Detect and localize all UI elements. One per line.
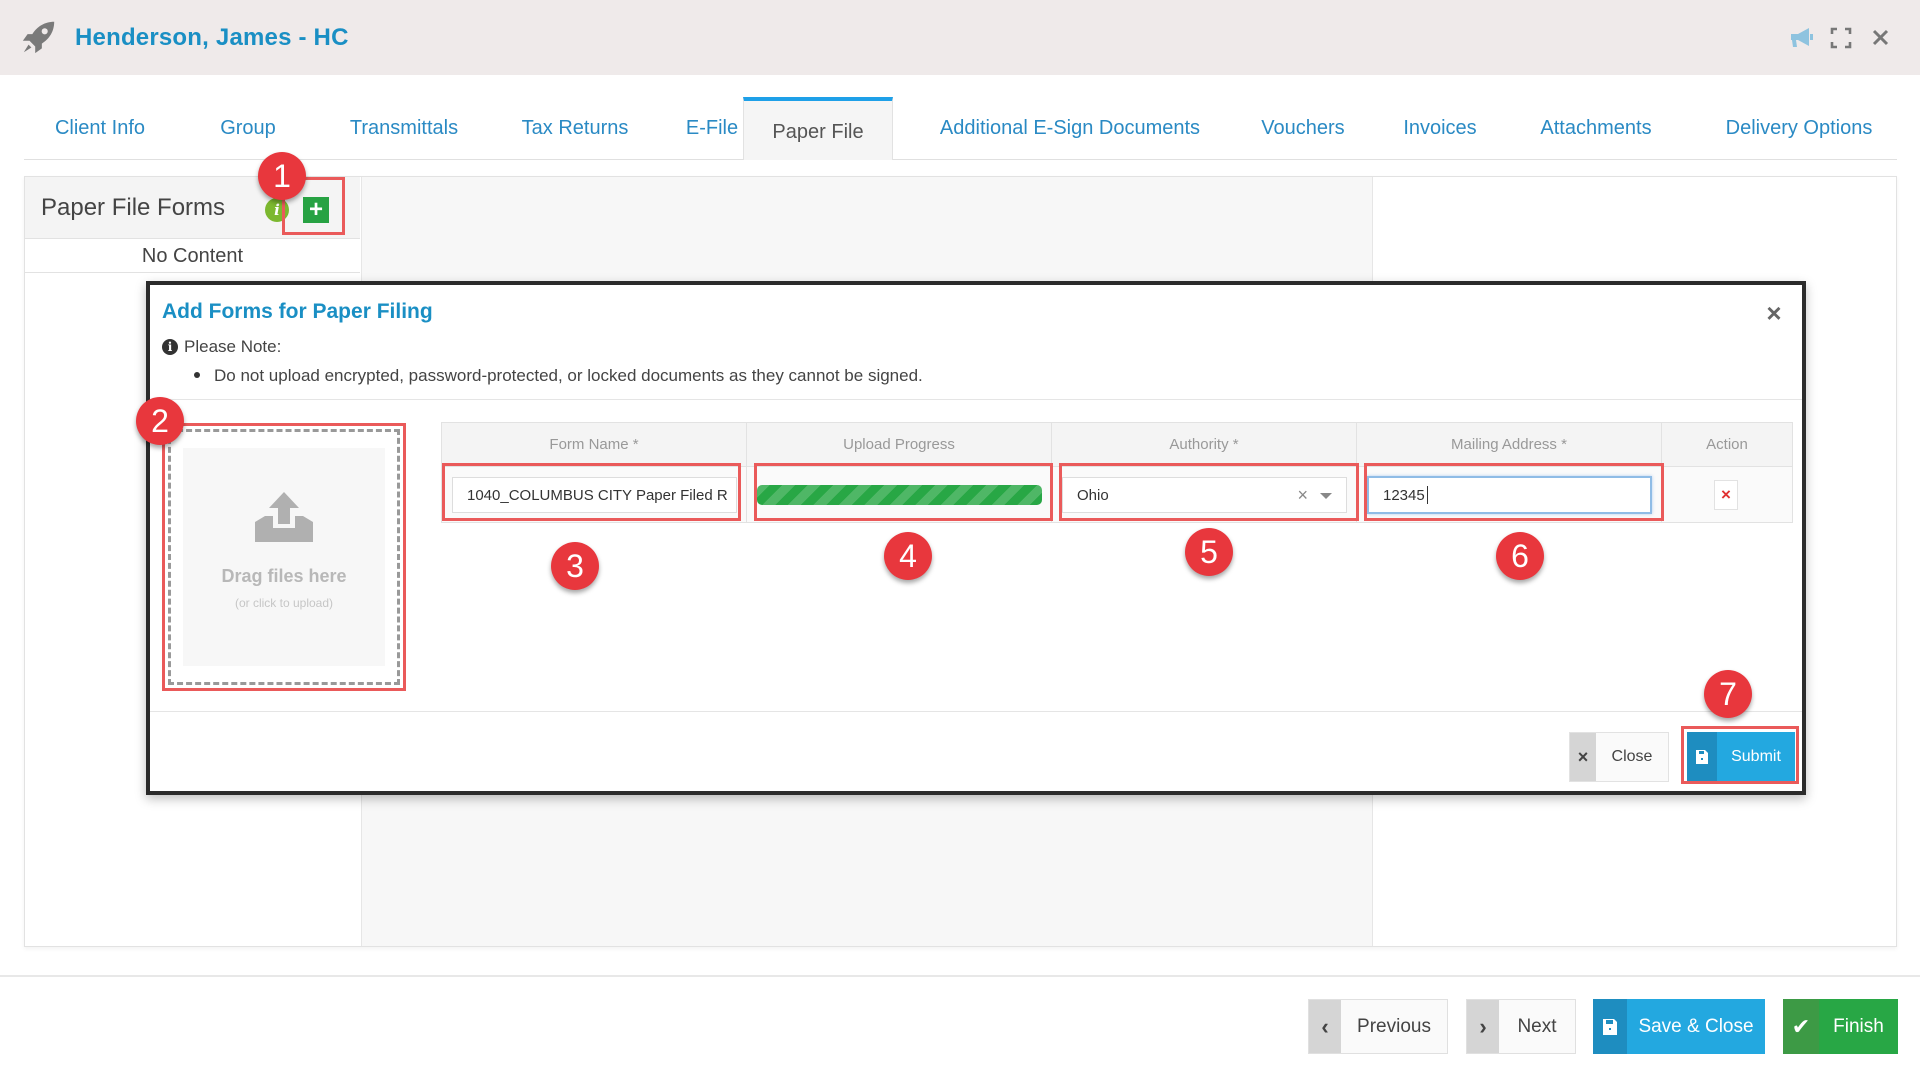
annotation-badge-7: 7 [1704, 670, 1752, 718]
finish-button[interactable]: ✔ Finish [1783, 999, 1898, 1054]
dialog-footer-divider [150, 711, 1802, 712]
rocket-icon [22, 21, 55, 54]
note-heading: i Please Note: [162, 337, 281, 357]
tab-paper-file[interactable]: Paper File [743, 97, 893, 160]
column-header-form-name: Form Name * [442, 423, 747, 467]
close-icon[interactable] [1868, 26, 1894, 50]
dialog-close-button[interactable]: × Close [1569, 732, 1669, 782]
annotation-highlight-authority [1059, 463, 1359, 521]
cell-action: × [1662, 467, 1792, 522]
save-icon [1593, 999, 1627, 1054]
tab-bar: Client Info Group Transmittals Tax Retur… [24, 97, 1897, 160]
annotation-highlight-dropzone [162, 423, 406, 691]
dialog-close-icon[interactable]: × [1764, 300, 1784, 326]
tab-group[interactable]: Group [196, 98, 300, 160]
client-title: Henderson, James - HC [75, 24, 349, 51]
column-header-mailing-address: Mailing Address * [1357, 423, 1662, 467]
annotation-badge-3: 3 [551, 542, 599, 590]
empty-state-text: No Content [25, 239, 360, 273]
previous-button[interactable]: ‹ Previous [1308, 999, 1448, 1054]
delete-row-icon[interactable]: × [1714, 480, 1738, 510]
tab-delivery-options[interactable]: Delivery Options [1704, 98, 1894, 160]
chevron-left-icon: ‹ [1309, 1000, 1341, 1053]
note-item: Do not upload encrypted, password-protec… [194, 366, 923, 386]
close-label: Close [1611, 748, 1653, 765]
annotation-highlight-form-name [442, 463, 741, 521]
annotation-highlight-progress [754, 463, 1053, 521]
tab-invoices[interactable]: Invoices [1384, 98, 1496, 160]
tab-client-info[interactable]: Client Info [24, 98, 176, 160]
annotation-badge-4: 4 [884, 532, 932, 580]
checkmark-icon: ✔ [1783, 999, 1819, 1054]
annotation-highlight-submit [1681, 726, 1799, 784]
column-header-authority: Authority * [1052, 423, 1357, 467]
annotation-badge-5: 5 [1185, 528, 1233, 576]
annotation-highlight-mailing-address [1364, 463, 1664, 521]
tab-vouchers[interactable]: Vouchers [1244, 98, 1362, 160]
next-label: Next [1517, 1015, 1557, 1037]
column-header-upload-progress: Upload Progress [747, 423, 1052, 467]
tab-transmittals[interactable]: Transmittals [320, 98, 488, 160]
previous-label: Previous [1357, 1015, 1431, 1037]
footer-divider [0, 975, 1920, 977]
tab-additional-e-sign-documents[interactable]: Additional E-Sign Documents [919, 98, 1221, 160]
note-label: Please Note: [184, 337, 282, 356]
add-forms-dialog: Add Forms for Paper Filing × i Please No… [146, 281, 1806, 795]
megaphone-icon[interactable] [1788, 26, 1814, 50]
finish-label: Finish [1833, 1015, 1884, 1037]
annotation-badge-1: 1 [258, 152, 306, 200]
chevron-right-icon: › [1467, 1000, 1499, 1053]
dialog-divider [150, 399, 1802, 400]
save-close-label: Save & Close [1638, 1015, 1754, 1037]
close-icon: × [1570, 733, 1596, 781]
tab-attachments[interactable]: Attachments [1524, 98, 1668, 160]
tab-tax-returns[interactable]: Tax Returns [492, 98, 658, 160]
expand-icon[interactable] [1828, 26, 1854, 50]
info-circle-icon: i [162, 339, 178, 355]
column-header-action: Action [1662, 423, 1792, 467]
annotation-badge-6: 6 [1496, 532, 1544, 580]
paper-file-forms-title: Paper File Forms [41, 194, 226, 221]
annotation-badge-2: 2 [136, 397, 184, 445]
dialog-title: Add Forms for Paper Filing [162, 300, 433, 323]
app-header: Henderson, James - HC [0, 0, 1920, 75]
save-close-button[interactable]: Save & Close [1593, 999, 1765, 1054]
next-button[interactable]: › Next [1466, 999, 1576, 1054]
